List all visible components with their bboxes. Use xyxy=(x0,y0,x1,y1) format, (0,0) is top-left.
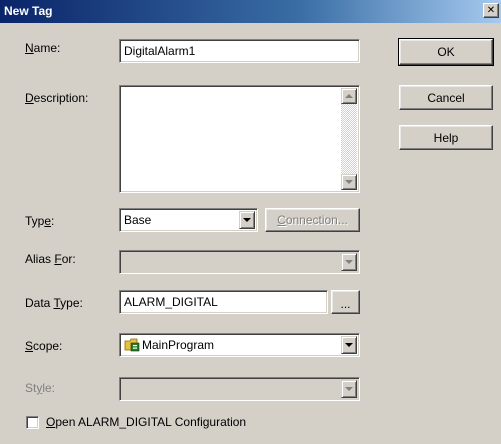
open-config-checkbox[interactable] xyxy=(26,416,39,429)
close-button[interactable]: ✕ xyxy=(483,3,499,18)
style-select[interactable] xyxy=(119,377,360,401)
scope-dropdown-button[interactable] xyxy=(341,336,357,354)
scroll-up-icon xyxy=(345,94,353,98)
connection-button[interactable]: Connection... xyxy=(265,208,360,232)
scroll-down-button[interactable] xyxy=(341,174,357,190)
data-type-value: ALARM_DIGITAL xyxy=(124,295,218,309)
description-textarea[interactable] xyxy=(119,85,360,193)
scroll-up-button[interactable] xyxy=(341,88,357,104)
style-label: Style: xyxy=(25,381,56,395)
style-dropdown-button[interactable] xyxy=(341,380,357,398)
chevron-down-icon xyxy=(345,260,353,264)
scroll-down-icon xyxy=(345,180,353,184)
cancel-button[interactable]: Cancel xyxy=(399,85,493,110)
scope-select[interactable]: MainProgram xyxy=(119,333,360,357)
type-value: Base xyxy=(124,213,152,227)
scope-label: Scope: xyxy=(25,339,63,353)
ok-button[interactable]: OK xyxy=(398,38,494,66)
scope-value: MainProgram xyxy=(142,338,215,352)
name-label: Name: xyxy=(25,41,61,55)
type-dropdown-button[interactable] xyxy=(239,211,255,229)
open-config-label[interactable]: Open ALARM_DIGITAL Configuration xyxy=(46,415,246,429)
name-input[interactable]: DigitalAlarm1 xyxy=(119,39,360,63)
description-label: Description: xyxy=(25,91,89,105)
title-bar: New Tag ✕ xyxy=(0,0,501,23)
alias-for-label: Alias For: xyxy=(25,252,76,266)
new-tag-dialog: New Tag ✕ Name: DigitalAlarm1 Descriptio… xyxy=(0,0,501,444)
chevron-down-icon xyxy=(345,343,353,347)
program-folder-icon xyxy=(124,338,140,352)
name-value: DigitalAlarm1 xyxy=(124,44,196,58)
alias-for-dropdown-button[interactable] xyxy=(341,253,357,271)
type-select[interactable]: Base xyxy=(119,208,258,232)
close-icon: ✕ xyxy=(486,4,496,16)
alias-for-select[interactable] xyxy=(119,250,360,274)
data-type-browse-button[interactable]: ... xyxy=(331,290,360,314)
chevron-down-icon xyxy=(345,387,353,391)
data-type-input[interactable]: ALARM_DIGITAL xyxy=(119,290,328,314)
help-button[interactable]: Help xyxy=(399,125,493,150)
data-type-label: Data Type: xyxy=(25,296,83,310)
window-title: New Tag xyxy=(4,4,53,18)
chevron-down-icon xyxy=(243,218,251,222)
type-label: Type: xyxy=(25,214,55,228)
